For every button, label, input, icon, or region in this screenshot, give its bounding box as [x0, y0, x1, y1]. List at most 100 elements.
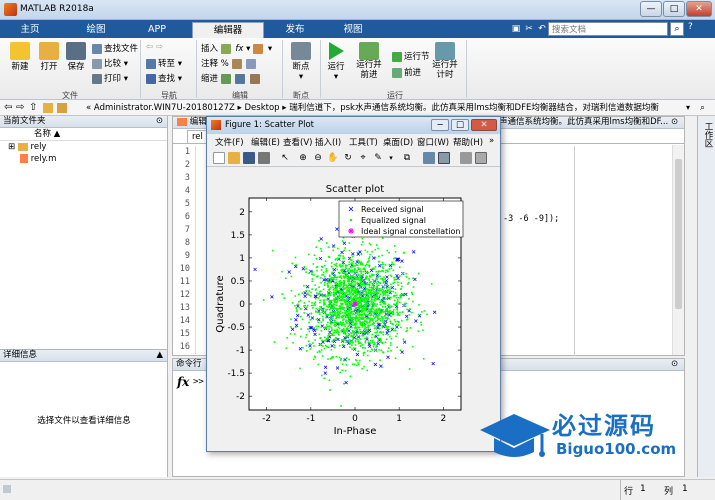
data-cursor-icon[interactable]: ⌖	[357, 152, 369, 164]
tab-apps[interactable]: APP	[132, 22, 182, 38]
brush-icon[interactable]: ✎	[372, 152, 384, 164]
equalized-point	[334, 289, 336, 291]
tab-publish[interactable]: 发布	[270, 22, 320, 38]
equalized-point	[343, 249, 346, 252]
equalized-point	[356, 328, 358, 331]
indent-button[interactable]: 缩进	[201, 72, 262, 84]
save-figure-icon[interactable]	[243, 152, 255, 164]
open-button[interactable]: 打开	[36, 42, 62, 72]
equalized-point	[400, 288, 402, 290]
command-window-menu-icon[interactable]: ⊙	[671, 359, 678, 370]
back-icon[interactable]: ⇦	[4, 102, 12, 114]
figure-menu-item[interactable]: 桌面(D)	[383, 136, 413, 148]
pointer-icon[interactable]: ↖	[279, 152, 291, 164]
figure-minimize-button[interactable]: −	[431, 119, 449, 131]
figure-menu-item[interactable]: 窗口(W)	[417, 136, 449, 148]
save-button[interactable]: 保存	[64, 42, 88, 72]
figure-menu-item[interactable]: 插入(I)	[315, 136, 341, 148]
fx-icon[interactable]: fx	[177, 375, 189, 389]
current-folder-panel: 当前文件夹 ⊙ 名称 ▲ ⊞ rely rely.m	[0, 116, 168, 349]
maximize-button[interactable]: □	[663, 1, 685, 17]
breakpoints-button[interactable]: 断点 ▾	[288, 42, 314, 82]
workspace-label[interactable]: 工作区	[702, 122, 714, 148]
print-figure-icon[interactable]	[258, 152, 270, 164]
find-button[interactable]: 查找 ▾	[146, 72, 182, 84]
run-section-button[interactable]: 运行节	[392, 50, 430, 62]
line-number: 7	[184, 225, 190, 235]
expand-icon[interactable]: ⊞	[8, 142, 15, 152]
figure-maximize-button[interactable]: □	[451, 119, 469, 131]
undo-icon[interactable]: ↶	[536, 23, 548, 35]
tab-editor[interactable]: 编辑器	[192, 22, 264, 38]
command-prompt[interactable]: >>	[193, 377, 204, 387]
brush-dropdown-icon[interactable]: ▾	[385, 152, 397, 164]
tab-home[interactable]: 主页	[2, 22, 58, 38]
show-tools-icon[interactable]	[475, 152, 487, 164]
figure-titlebar[interactable]: Figure 1: Scatter Plot − □ ✕	[207, 117, 500, 134]
equalized-point	[315, 325, 318, 328]
help-icon[interactable]: ?	[688, 22, 700, 36]
open-file-icon[interactable]	[228, 152, 240, 164]
figure-menu-item[interactable]: 帮助(H)	[453, 136, 483, 148]
cut-icon[interactable]: ✂	[523, 23, 535, 35]
compare-button[interactable]: 比较 ▾	[92, 57, 128, 69]
tab-plots[interactable]: 绘图	[68, 22, 124, 38]
list-item[interactable]: ⊞ rely	[0, 141, 167, 153]
editor-scroll-thumb[interactable]	[675, 159, 682, 309]
figure-menu-expand-icon[interactable]: »	[489, 136, 494, 146]
minimize-button[interactable]: —	[640, 1, 662, 17]
up-folder-icon[interactable]: ⇧	[29, 102, 37, 114]
forward-icon[interactable]: ⇨	[16, 102, 24, 114]
equalized-point	[332, 286, 334, 289]
run-and-advance-button[interactable]: 运行并前进	[354, 42, 384, 80]
comment-button[interactable]: 注释 %	[201, 57, 258, 69]
rotate-icon[interactable]: ↻	[342, 152, 354, 164]
close-button[interactable]: ✕	[686, 1, 712, 17]
equalized-point	[323, 284, 326, 286]
figure-menu-item[interactable]: 文件(F)	[215, 136, 244, 148]
panel-menu-icon[interactable]: ⊙	[156, 116, 163, 127]
figure-menu-item[interactable]: 编辑(E)	[251, 136, 280, 148]
path-search-icon[interactable]: ⌕	[700, 102, 705, 114]
legend-icon[interactable]	[438, 152, 450, 164]
folder-icon[interactable]	[43, 103, 53, 113]
link-plot-icon[interactable]: ⧉	[401, 152, 413, 164]
figure-window[interactable]: Figure 1: Scatter Plot − □ ✕ 文件(F) 编辑(E) 查…	[206, 116, 501, 452]
browse-folder-icon[interactable]	[57, 103, 67, 113]
editor-scrollbar[interactable]	[672, 145, 684, 355]
equalized-point	[407, 281, 410, 284]
path-dropdown-icon[interactable]: ▾	[686, 102, 690, 114]
new-button[interactable]: 新建	[6, 42, 34, 72]
nav-back-forward[interactable]: ⇦ ⇨	[146, 42, 163, 52]
current-path[interactable]: « Administrator.WIN7U-20180127Z ▸ Deskto…	[86, 102, 676, 114]
workspace-collapsed-panel[interactable]: 工作区	[697, 116, 715, 477]
colorbar-icon[interactable]	[423, 152, 435, 164]
tab-view[interactable]: 视图	[328, 22, 378, 38]
zoom-in-icon[interactable]: ⊕	[297, 152, 309, 164]
save-icon[interactable]: ▣	[510, 23, 522, 35]
run-and-time-button[interactable]: 运行并计时	[430, 42, 460, 80]
figure-menu-item[interactable]: 工具(T)	[349, 136, 378, 148]
search-docs-input[interactable]	[548, 22, 668, 36]
insert-button[interactable]: 插入 fx ▾ ▾	[201, 42, 272, 54]
hide-tools-icon[interactable]	[460, 152, 472, 164]
figure-close-button[interactable]: ✕	[471, 119, 497, 131]
zoom-out-icon[interactable]: ⊖	[312, 152, 324, 164]
editor-menu-icon[interactable]: ⊙	[671, 117, 678, 128]
equalized-point	[400, 285, 403, 288]
find-files-button[interactable]: 查找文件	[92, 42, 138, 54]
advance-button[interactable]: 前进	[392, 66, 421, 78]
goto-button[interactable]: 转至 ▾	[146, 57, 182, 69]
code-fragment[interactable]: -3 -6 -9]);	[503, 214, 559, 224]
details-collapse-icon[interactable]: ▲	[156, 350, 163, 361]
list-item[interactable]: rely.m	[0, 153, 167, 165]
figure-menu-item[interactable]: 查看(V)	[283, 136, 312, 148]
scatter-plot[interactable]: -2 -1 0 1 2 -2 -1.5 -1 -0.5 0 0.5 1 1.5 2 Scatter plot…	[207, 168, 500, 451]
run-button[interactable]: 运行 ▾	[324, 42, 348, 82]
pan-icon[interactable]: ✋	[327, 152, 339, 164]
new-figure-icon[interactable]	[213, 152, 225, 164]
print-button[interactable]: 打印 ▾	[92, 72, 128, 84]
equalized-point	[352, 277, 355, 280]
name-column-header[interactable]: 名称 ▲	[0, 128, 167, 141]
search-icon[interactable]: ⌕	[670, 22, 684, 36]
